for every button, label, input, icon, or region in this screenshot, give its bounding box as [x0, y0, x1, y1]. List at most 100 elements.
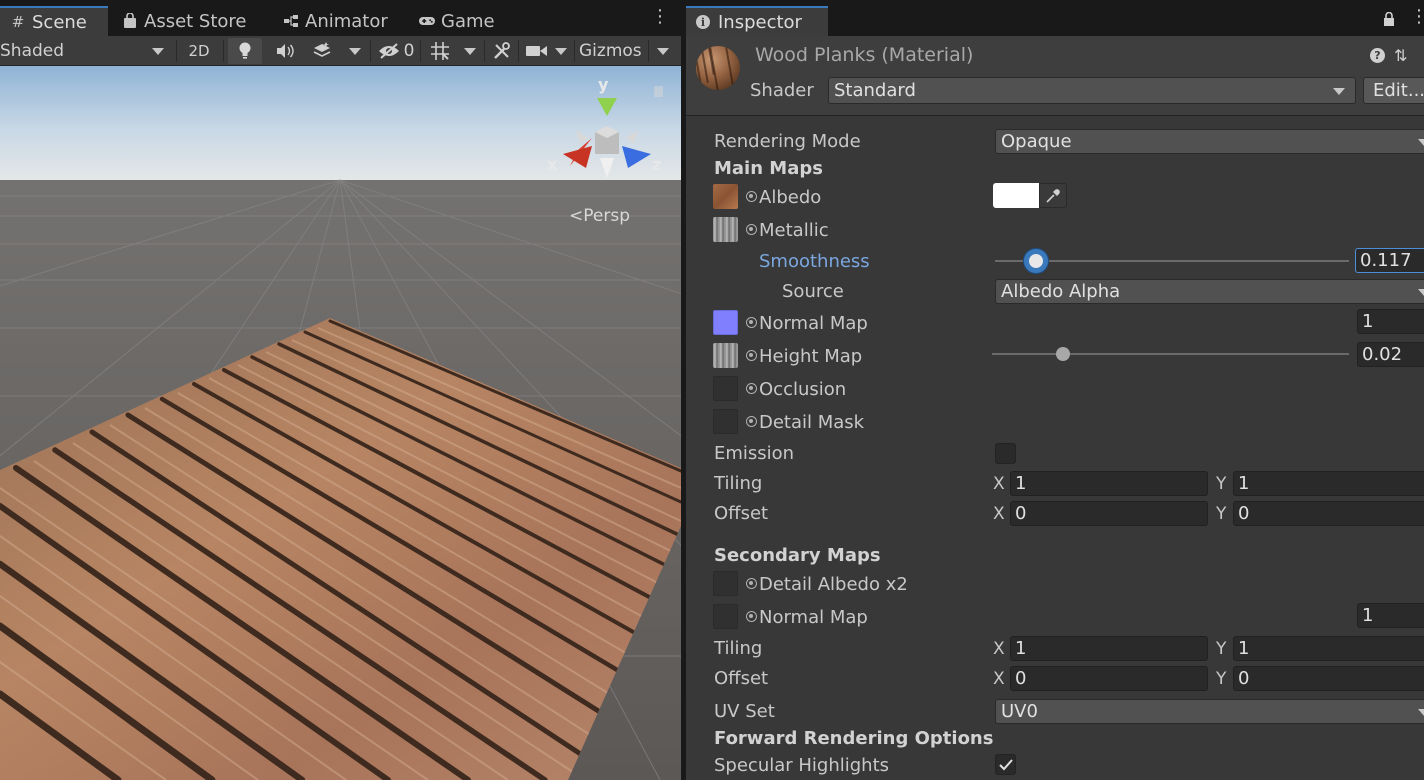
- secondary-tiling-y-field[interactable]: 1: [1233, 636, 1424, 661]
- tab-animator[interactable]: Animator: [273, 6, 398, 36]
- object-picker-icon[interactable]: [746, 416, 757, 427]
- main-tiling-y-field[interactable]: 1: [1233, 471, 1424, 496]
- camera-settings-button[interactable]: [522, 38, 552, 64]
- secondary-tiling-x-field[interactable]: 1: [1010, 636, 1208, 661]
- albedo-label: Albedo: [759, 187, 822, 208]
- main-tiling-x-value: 1: [1015, 473, 1027, 494]
- projection-toggle[interactable]: <Persp: [569, 206, 630, 226]
- material-preview-sphere[interactable]: [696, 46, 740, 90]
- smoothness-label: Smoothness: [759, 251, 870, 272]
- main-tiling-x-field[interactable]: 1: [1010, 471, 1208, 496]
- tab-scene[interactable]: # Scene: [0, 6, 108, 36]
- source-dropdown[interactable]: Albedo Alpha: [995, 279, 1424, 304]
- secondary-normal-map-scale-field[interactable]: 1: [1357, 603, 1424, 628]
- scene-more-options-icon[interactable]: ⋮: [651, 8, 669, 26]
- scene-visibility-toggle[interactable]: 0: [374, 38, 418, 64]
- camera-dropdown[interactable]: [550, 38, 572, 64]
- main-tiling-x-label: X: [993, 474, 1005, 494]
- height-map-slider-track[interactable]: [992, 353, 1349, 355]
- shader-dropdown[interactable]: Standard: [828, 77, 1356, 104]
- object-picker-icon[interactable]: [746, 578, 757, 589]
- emission-label: Emission: [714, 443, 795, 464]
- metallic-texture-slot[interactable]: [713, 217, 738, 242]
- shading-mode-dropdown[interactable]: Shaded: [0, 38, 172, 64]
- secondary-tiling-x-value: 1: [1015, 638, 1027, 659]
- object-picker-icon[interactable]: [746, 224, 757, 235]
- grid-hash-icon: #: [11, 13, 25, 31]
- detail-albedo-texture-slot[interactable]: [713, 571, 738, 596]
- albedo-texture-slot[interactable]: [713, 184, 738, 209]
- inspector-panel: i Inspector ⋮ Wood Planks (Material) ? ⇅…: [686, 0, 1424, 780]
- normal-map-texture-slot[interactable]: [713, 310, 738, 335]
- effects-dropdown[interactable]: [342, 38, 368, 64]
- albedo-color-swatch[interactable]: [993, 183, 1039, 208]
- main-offset-y-field[interactable]: 0: [1233, 501, 1424, 526]
- smoothness-field[interactable]: 0.117: [1355, 248, 1424, 273]
- height-map-field[interactable]: 0.02: [1357, 342, 1424, 367]
- object-picker-icon[interactable]: [746, 317, 757, 328]
- material-header: Wood Planks (Material) ? ⇅ ⋮ Shader Stan…: [686, 36, 1424, 116]
- help-icon[interactable]: ?: [1370, 48, 1385, 63]
- tab-inspector[interactable]: i Inspector: [686, 6, 828, 36]
- shader-value: Standard: [834, 80, 916, 101]
- gizmos-dropdown[interactable]: [650, 38, 676, 64]
- secondary-offset-y-field[interactable]: 0: [1233, 666, 1424, 691]
- height-map-value: 0.02: [1362, 344, 1403, 365]
- height-map-slider-knob[interactable]: [1056, 347, 1071, 361]
- secondary-normal-map-texture-slot[interactable]: [713, 604, 738, 629]
- occlusion-texture-slot[interactable]: [713, 376, 738, 401]
- object-picker-icon[interactable]: [746, 191, 757, 202]
- tab-inspector-label: Inspector: [718, 11, 802, 33]
- grid-snap-icon: [431, 42, 449, 60]
- smoothness-slider-knob[interactable]: [1024, 249, 1049, 273]
- eyedropper-icon: [1046, 188, 1060, 203]
- rendering-mode-dropdown[interactable]: Opaque: [995, 129, 1424, 154]
- main-tiling-y-value: 1: [1238, 473, 1250, 494]
- secondary-tiling-label: Tiling: [714, 638, 763, 659]
- smoothness-value: 0.117: [1360, 250, 1412, 271]
- chevron-down-icon: [152, 47, 164, 55]
- smoothness-slider-track[interactable]: [995, 260, 1349, 262]
- height-map-texture-slot[interactable]: [713, 343, 738, 368]
- grid-toggle-button[interactable]: [424, 38, 456, 64]
- inspector-more-options-icon[interactable]: ⋮: [1410, 8, 1424, 26]
- emission-checkbox[interactable]: [995, 443, 1016, 464]
- shading-mode-label: Shaded: [0, 41, 65, 61]
- uv-set-dropdown[interactable]: UV0: [995, 699, 1424, 724]
- material-more-options-icon[interactable]: ⋮: [1418, 44, 1424, 63]
- camera-icon: [526, 46, 547, 56]
- gizmo-x-label: x: [547, 155, 558, 174]
- lighting-toggle-button[interactable]: [228, 38, 262, 64]
- object-picker-icon[interactable]: [746, 611, 757, 622]
- effects-toggle-button[interactable]: [306, 38, 338, 64]
- occlusion-label: Occlusion: [759, 379, 847, 400]
- audio-toggle-button[interactable]: [268, 38, 302, 64]
- scene-tab-bar: # Scene Asset Store Animator Game ⋮: [0, 0, 681, 36]
- checkmark-icon: [998, 758, 1013, 770]
- lock-icon[interactable]: [1383, 12, 1395, 26]
- secondary-maps-heading: Secondary Maps: [714, 545, 881, 566]
- tab-asset-store[interactable]: Asset Store: [112, 6, 257, 36]
- source-value: Albedo Alpha: [1001, 281, 1121, 302]
- object-picker-icon[interactable]: [746, 383, 757, 394]
- edit-label: Edit...: [1373, 80, 1424, 101]
- gizmos-button[interactable]: Gizmos: [576, 38, 648, 64]
- specular-highlights-checkbox[interactable]: [995, 754, 1016, 775]
- grid-dropdown[interactable]: [458, 38, 482, 64]
- scene-viewport[interactable]: y x z: [0, 66, 681, 780]
- normal-map-scale-field[interactable]: 1: [1357, 309, 1424, 334]
- main-offset-x-field[interactable]: 0: [1010, 501, 1208, 526]
- 2d-toggle-button[interactable]: 2D: [180, 38, 218, 64]
- gizmo-z-label: z: [652, 155, 662, 174]
- edit-shader-button[interactable]: Edit...: [1363, 77, 1424, 104]
- preset-sliders-icon[interactable]: ⇅: [1394, 46, 1407, 65]
- height-map-label: Height Map: [759, 346, 863, 367]
- tools-button[interactable]: [488, 38, 516, 64]
- object-picker-icon[interactable]: [746, 350, 757, 361]
- tab-game[interactable]: Game: [409, 6, 505, 36]
- detail-mask-texture-slot[interactable]: [713, 409, 738, 434]
- main-offset-label: Offset: [714, 503, 769, 524]
- secondary-offset-x-field[interactable]: 0: [1010, 666, 1208, 691]
- eyedropper-button[interactable]: [1039, 183, 1067, 208]
- animator-icon: [283, 13, 299, 29]
